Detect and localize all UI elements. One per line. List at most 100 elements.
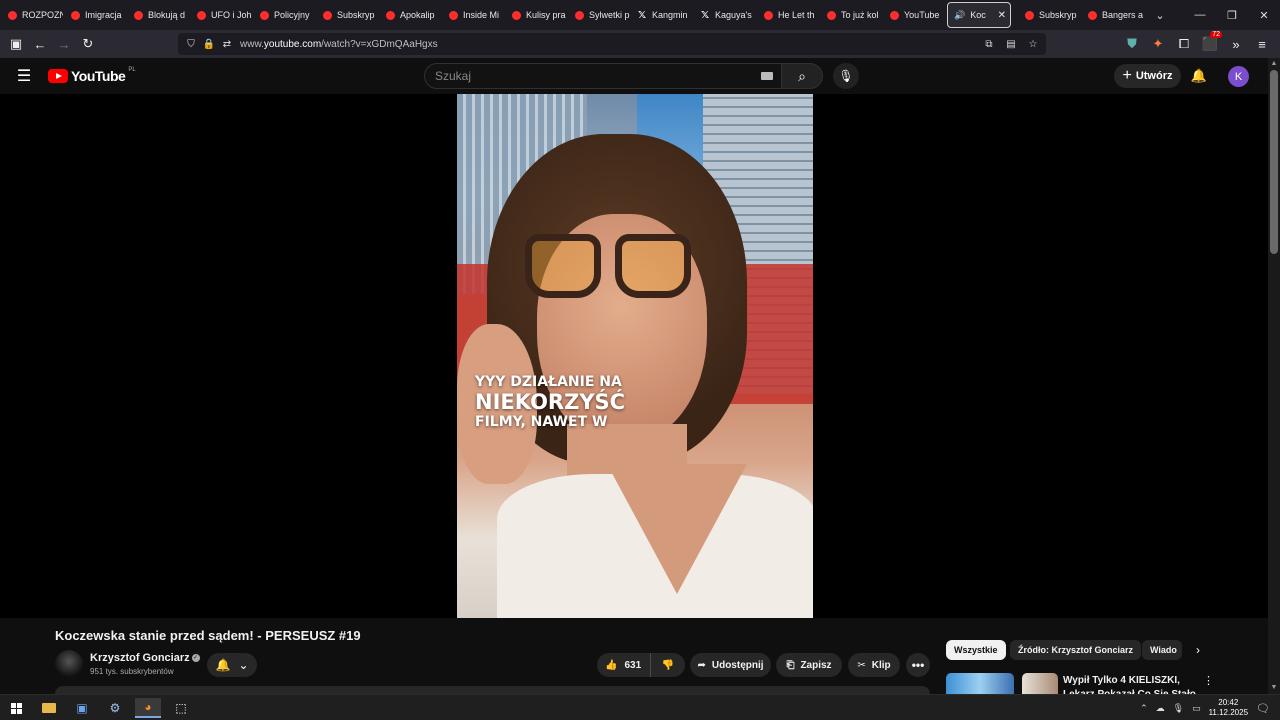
browser-tab[interactable]: Subskryp [1017,2,1080,28]
search-placeholder: Szukaj [435,69,472,83]
subscription-notification-button[interactable]: 🔔 ⌄ [207,653,257,677]
youtube-logo[interactable]: YouTube PL [48,67,136,84]
share-label: Udostępnij [711,659,764,671]
browser-tab[interactable]: To już kol [819,2,882,28]
video-frame[interactable]: YYY DZIAŁANIE NA NIEKORZYŚĆ FILMY, NAWET… [457,94,813,618]
permissions-icon[interactable]: ⇄ [218,39,236,50]
youtube-header: ☰ YouTube PL Szukaj ⌕ 🎙 + Utwórz 🔔 K [0,58,1268,94]
browser-tab[interactable]: He Let th [756,2,819,28]
tab-label: Blokują d [148,10,186,20]
extension-badge-icon[interactable]: ⬛ 72 [1198,31,1222,56]
browser-tab[interactable]: Policyjny [252,2,315,28]
network-cloud-icon[interactable]: ☁ [1156,703,1165,714]
channel-name[interactable]: Krzysztof Gonciarz ✓ [90,652,200,664]
chip-news[interactable]: Wiado [1142,640,1182,660]
forward-button[interactable]: → [52,32,76,56]
browser-tab[interactable]: Blokują d [126,2,189,28]
browser-tab[interactable]: YouTube [882,2,945,28]
speaker-icon[interactable]: 🔊 [954,10,965,21]
picture-in-picture-icon[interactable]: ⧉ [980,39,998,50]
extensions-puzzle-icon[interactable]: ⧠ [1172,32,1196,56]
save-button[interactable]: ⎗ Zapisz [776,653,842,677]
scroll-down-arrow-icon[interactable]: ▼ [1268,682,1280,694]
firefox-icon[interactable]: ◕ [135,698,161,718]
chip-source[interactable]: Źródło: Krzysztof Gonciarz [1010,640,1142,660]
browser-tab[interactable]: Imigracja [63,2,126,28]
chip-all[interactable]: Wszystkie [946,640,1006,660]
video-player[interactable]: YYY DZIAŁANIE NA NIEKORZYŚĆ FILMY, NAWET… [0,94,1268,618]
browser-tab[interactable]: Bangers a [1080,2,1143,28]
close-window-button[interactable]: ✕ [1248,0,1280,30]
search-button[interactable]: ⌕ [781,63,823,89]
browser-tab[interactable]: ROZPOZN [0,2,63,28]
steam-icon[interactable]: ⚙ [102,698,128,718]
tab-active[interactable]: 🔊 Koc ✕ [947,2,1011,28]
recommended-thumbnail[interactable] [946,673,1014,694]
recommended-thumbnail[interactable] [1022,673,1058,694]
channel-avatar[interactable] [55,650,83,678]
clock-time: 20:42 [1218,698,1239,707]
browser-tab[interactable]: Kulisy pra [504,2,567,28]
guide-menu-icon[interactable]: ☰ [14,66,34,86]
dislike-button[interactable]: 👎 [651,660,685,671]
clock[interactable]: 20:42 11.12.2025 [1209,698,1248,718]
browser-tab[interactable]: Subskryp [315,2,378,28]
app-icon[interactable]: ⬚ [168,698,194,718]
subscriber-count: 951 tys. subskrybentów [90,667,174,676]
chevron-right-icon[interactable]: › [1189,641,1207,659]
caption-line: YYY DZIAŁANIE NA [475,374,622,390]
start-button[interactable] [3,698,29,718]
recommended-title[interactable]: Wypił Tylko 4 KIELISZKI, Lekarz Pokazał … [1063,674,1203,694]
lock-icon[interactable]: 🔒 [200,39,218,50]
scrollbar-thumb[interactable] [1270,70,1278,254]
keyboard-icon[interactable] [761,72,773,80]
minimize-button[interactable]: — [1184,0,1216,30]
youtube-icon [827,10,836,20]
tab-close-icon[interactable]: ✕ [998,10,1006,21]
browser-tab[interactable]: 𝕏 Kangmin [630,2,693,28]
url-bar[interactable]: ⛉ 🔒 ⇄ www.youtube.com/watch?v=xGDmQAaHgx… [178,33,1046,55]
account-avatar[interactable]: K [1228,66,1249,87]
youtube-icon [386,10,395,20]
scroll-up-arrow-icon[interactable]: ▲ [1268,58,1280,70]
notifications-icon[interactable]: 🗨 [1256,702,1270,715]
reload-button[interactable]: ↻ [76,32,100,56]
browser-tab[interactable]: 𝕏 Kaguya's [693,2,756,28]
app-menu-icon[interactable]: ≡ [1250,32,1274,56]
browser-tab[interactable]: Sylwetki p [567,2,630,28]
more-tools-icon[interactable]: » [1224,32,1248,56]
browser-tab[interactable]: UFO i Joh [189,2,252,28]
file-explorer-icon[interactable] [36,698,62,718]
tab-label: Policyjny [274,10,310,20]
page-scrollbar[interactable]: ▲ ▼ [1268,58,1280,694]
create-button[interactable]: + Utwórz [1114,64,1181,88]
microphone-tray-icon[interactable]: 🎙 [1173,703,1184,714]
computer-app-icon[interactable]: ▣ [69,698,95,718]
restore-button[interactable]: ❐ [1216,0,1248,30]
search-input[interactable]: Szukaj [424,63,786,89]
browser-tab[interactable]: Inside Mi [441,2,504,28]
bookmark-star-icon[interactable]: ☆ [1024,39,1042,50]
tab-list-dropdown-icon[interactable]: ⌄ [1149,2,1171,28]
x-icon: 𝕏 [638,9,647,21]
reader-view-icon[interactable]: ▤ [1002,39,1020,50]
youtube-icon [449,10,458,20]
back-button[interactable]: ← [28,32,52,56]
more-actions-button[interactable]: ••• [906,653,930,677]
clip-button[interactable]: ✂ Klip [848,653,900,677]
display-icon[interactable]: ▭ [1192,703,1201,714]
share-button[interactable]: ➦ Udostępnij [690,653,771,677]
youtube-icon [260,10,269,20]
extension-fox-icon[interactable]: ✦ [1146,32,1170,56]
more-vertical-icon[interactable]: ⋮ [1203,674,1214,687]
youtube-icon [890,10,899,20]
sidebar-toggle-icon[interactable]: ▣ [4,32,28,56]
url-text[interactable]: www.youtube.com/watch?v=xGDmQAaHgxs [240,39,438,50]
notifications-bell-icon[interactable]: 🔔 [1189,66,1209,86]
like-button[interactable]: 👍 631 [597,653,651,677]
voice-search-button[interactable]: 🎙 [833,63,859,89]
extension-shield-icon[interactable]: ⛊ [1120,32,1144,56]
browser-tab[interactable]: Apokalip [378,2,441,28]
tracking-shield-icon[interactable]: ⛉ [182,39,200,50]
tray-expand-icon[interactable]: ⌃ [1140,703,1148,714]
